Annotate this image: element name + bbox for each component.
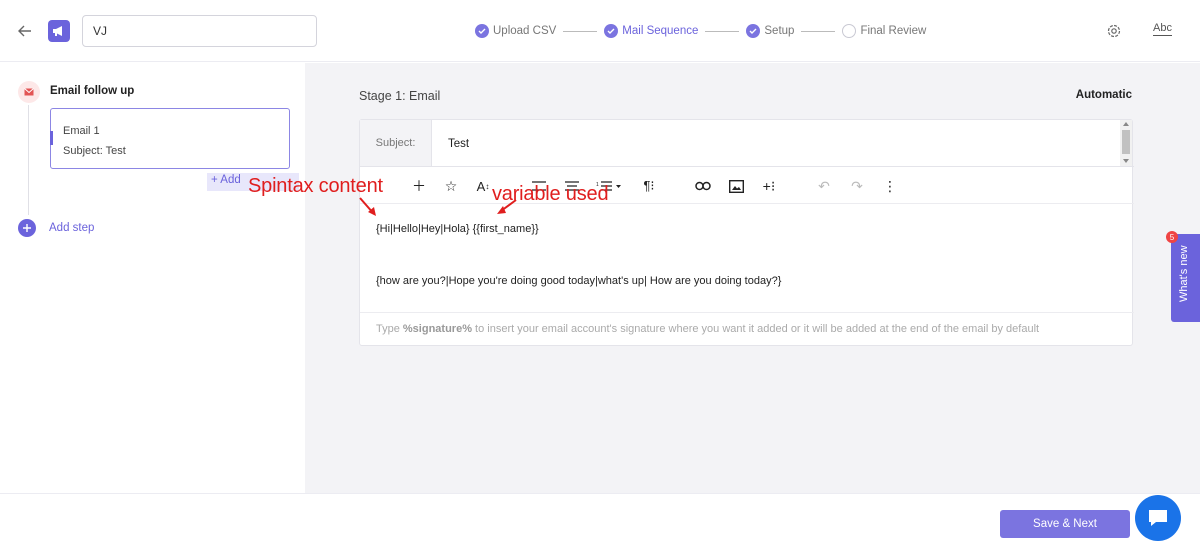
campaign-name-input[interactable] [82, 15, 317, 47]
plus-icon[interactable]: ＋ [410, 177, 428, 195]
step-label: Upload CSV [493, 25, 557, 37]
mail-icon [18, 81, 40, 103]
signature-hint-post: to insert your email account's signature… [471, 323, 1040, 335]
more-options-icon[interactable]: ⋮ [881, 177, 899, 195]
check-icon [746, 24, 761, 38]
email-step-subject: Subject: Test [63, 145, 126, 157]
step-mail-sequence[interactable]: Mail Sequence [604, 24, 698, 38]
check-icon [475, 24, 489, 38]
subject-scrollbar[interactable] [1120, 120, 1132, 166]
subject-input[interactable]: Test [448, 138, 469, 150]
gear-icon[interactable] [1106, 23, 1122, 39]
undo-icon[interactable]: ↶ [815, 177, 833, 195]
step-label: Mail Sequence [622, 25, 699, 37]
step-label: Final Review [860, 25, 927, 37]
insert-more-icon[interactable]: +⁝ [760, 177, 778, 195]
body-line-greeting[interactable]: {Hi|Hello|Hey|Hola} {{first_name}} [376, 223, 539, 235]
progress-steps: Upload CSV Mail Sequence Setup Final Rev… [475, 22, 926, 40]
signature-hint: Type %signature% to insert your email ac… [360, 312, 1134, 346]
redo-icon[interactable]: ↷ [848, 177, 866, 195]
timeline-line [28, 105, 29, 215]
stage-title: Stage 1: Email [359, 89, 441, 103]
scroll-down-icon[interactable] [1123, 159, 1129, 163]
font-size-icon[interactable]: A ↕ [474, 177, 492, 195]
save-and-next-button[interactable]: Save & Next [1000, 510, 1130, 538]
mode-label[interactable]: Automatic [1076, 89, 1132, 101]
link-icon[interactable] [694, 177, 712, 195]
variable-annotation: variable used [492, 183, 609, 205]
editor-toolbar: ＋ ☆ A ↕ 1 ¶⁝ +⁝ ↶ ↷ ⋮ [360, 166, 1134, 204]
email-editor: Subject: Test ＋ ☆ A ↕ 1 ¶⁝ +⁝ ↶ ↷ ⋮ {Hi|… [359, 119, 1134, 346]
scroll-thumb[interactable] [1122, 130, 1130, 154]
signature-hint-pre: Type [376, 323, 403, 335]
text-format-toggle[interactable]: Abc [1153, 22, 1172, 36]
step-upload-csv[interactable]: Upload CSV [475, 24, 556, 38]
plus-icon[interactable] [18, 219, 36, 237]
step-divider [563, 30, 598, 32]
whats-new-tab[interactable]: What's new [1171, 234, 1200, 322]
whats-new-label: What's new [1178, 245, 1190, 302]
whats-new-count-badge: 5 [1166, 231, 1178, 243]
step-label: Setup [764, 25, 795, 37]
scroll-up-icon[interactable] [1123, 122, 1129, 126]
sequence-sidebar: Email follow up Email 1 Subject: Test + … [0, 63, 305, 493]
step-setup[interactable]: Setup [746, 24, 794, 38]
top-bar: Upload CSV Mail Sequence Setup Final Rev… [0, 0, 1200, 62]
email-step-card[interactable]: Email 1 Subject: Test [50, 108, 290, 169]
step-divider [705, 30, 740, 32]
chat-icon[interactable] [1135, 495, 1181, 541]
paragraph-icon[interactable]: ¶⁝ [640, 177, 658, 195]
body-line-question[interactable]: {how are you?|Hope you're doing good tod… [376, 275, 781, 287]
active-indicator [50, 131, 53, 145]
main-editor-area: Stage 1: Email Automatic Subject: Test ＋… [305, 63, 1200, 493]
sequence-title: Email follow up [50, 85, 135, 97]
add-step-button[interactable]: Add step [49, 222, 94, 234]
step-divider [801, 30, 836, 32]
check-icon [604, 24, 619, 38]
step-final-review[interactable]: Final Review [842, 24, 926, 38]
empty-circle-icon [842, 24, 857, 38]
image-icon[interactable] [727, 177, 745, 195]
subject-label: Subject: [360, 120, 432, 166]
star-icon[interactable]: ☆ [442, 177, 460, 195]
back-arrow-icon[interactable] [14, 20, 36, 42]
spintax-annotation: Spintax content [248, 175, 383, 197]
email-step-name: Email 1 [63, 125, 100, 137]
megaphone-logo-icon [48, 20, 70, 42]
signature-token: %signature% [402, 323, 472, 335]
